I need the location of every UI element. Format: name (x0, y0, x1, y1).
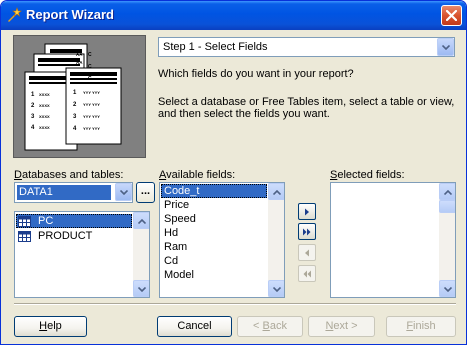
tables-scrollbar[interactable] (133, 212, 149, 297)
chevron-down-icon (120, 190, 128, 195)
database-select[interactable]: DATA1 (14, 182, 133, 203)
back-row-text: XXXX (39, 92, 50, 97)
scroll-down-button[interactable] (439, 280, 455, 297)
field-item[interactable]: Ram (161, 240, 267, 254)
chevron-up-icon (444, 190, 452, 195)
scroll-up-button[interactable] (439, 183, 455, 200)
footer-separator (14, 303, 456, 305)
chevron-down-icon (442, 45, 450, 50)
finish-button[interactable]: Finish (386, 316, 456, 337)
back-letters: AA (76, 60, 83, 65)
field-item[interactable]: Price (161, 198, 267, 212)
field-item[interactable]: Speed (161, 212, 267, 226)
remove-field-button[interactable] (298, 244, 316, 261)
field-item[interactable]: Code_t (161, 184, 267, 198)
table-item-product[interactable]: PRODUCT (16, 229, 132, 243)
double-arrow-right-icon (303, 228, 311, 236)
double-arrow-left-icon (303, 270, 311, 278)
table-icon (18, 216, 31, 227)
scroll-thumb[interactable] (439, 200, 455, 213)
table-item-label: PC (38, 215, 54, 227)
tables-list[interactable]: PC PRODUCT (14, 211, 150, 298)
field-item[interactable]: Cd (161, 254, 267, 268)
step-select-value: Step 1 - Select Fields (163, 41, 268, 53)
front-row-text: YYY YYY (83, 126, 100, 131)
window-title: Report Wizard (26, 7, 114, 22)
chevron-up-icon (273, 190, 281, 195)
close-icon (446, 10, 457, 21)
scroll-up-button[interactable] (133, 212, 149, 229)
add-all-fields-button[interactable] (298, 223, 316, 240)
scroll-up-button[interactable] (268, 183, 284, 200)
report-wizard-window: Report Wizard C C C AA AA 1 XXXX 2 XXXX … (0, 0, 467, 345)
selected-fields-scrollbar[interactable] (439, 183, 455, 297)
available-fields-scrollbar[interactable] (268, 183, 284, 297)
chevron-down-icon (138, 287, 146, 292)
back-button[interactable]: < Back (237, 316, 303, 337)
table-item-label: PRODUCT (38, 230, 93, 242)
report-pages-illustration: C C C AA AA 1 XXXX 2 XXXX 3 XXXX 4 XXXX … (24, 43, 122, 151)
remove-all-fields-button[interactable] (298, 265, 316, 282)
help-button[interactable]: Help (14, 316, 87, 337)
question-text: Which fields do you want in your report? (158, 68, 354, 80)
back-row-text: XXXX (39, 114, 50, 119)
title-bar[interactable]: Report Wizard (1, 1, 466, 30)
add-field-button[interactable] (298, 203, 316, 220)
wizard-icon (8, 7, 22, 22)
table-item-pc[interactable]: PC (16, 214, 132, 228)
front-row-text: YYY YYY (83, 90, 100, 95)
back-letters: AA (76, 52, 83, 57)
front-row-text: YYY YYY (83, 114, 100, 119)
side-letter: C (88, 64, 92, 70)
arrow-left-icon (305, 249, 309, 257)
step-preview-image: C C C AA AA 1 XXXX 2 XXXX 3 XXXX 4 XXXX … (13, 35, 146, 158)
databases-label: Databases and tables: (14, 169, 124, 181)
field-item[interactable]: Model (161, 268, 267, 282)
step-select[interactable]: Step 1 - Select Fields (158, 37, 455, 57)
side-letter: C (88, 52, 92, 58)
back-row-text: XXXX (39, 125, 50, 130)
chevron-up-icon (138, 219, 146, 224)
front-row-text: YYY YYY (83, 102, 100, 107)
arrow-right-icon (305, 208, 309, 216)
side-letter: C (88, 76, 92, 82)
field-item[interactable]: Hd (161, 226, 267, 240)
available-fields-list[interactable]: Code_t Price Speed Hd Ram Cd Model (159, 182, 285, 298)
next-button[interactable]: Next > (308, 316, 375, 337)
database-dropdown-button[interactable] (115, 183, 132, 201)
chevron-down-icon (273, 287, 281, 292)
chevron-down-icon (444, 287, 452, 292)
close-button[interactable] (441, 5, 462, 26)
browse-database-button[interactable]: ... (136, 182, 155, 203)
back-row-text: XXXX (39, 103, 50, 108)
table-icon (18, 231, 31, 242)
database-select-value: DATA1 (17, 185, 111, 200)
cancel-button[interactable]: Cancel (157, 316, 232, 337)
selected-fields-list[interactable] (330, 182, 456, 298)
instruction-text: Select a database or Free Tables item, s… (158, 96, 455, 120)
scroll-down-button[interactable] (268, 280, 284, 297)
step-select-dropdown-button[interactable] (437, 38, 454, 56)
selected-fields-label: Selected fields: (330, 169, 405, 181)
available-fields-label: Available fields: (159, 169, 236, 181)
scroll-down-button[interactable] (133, 280, 149, 297)
